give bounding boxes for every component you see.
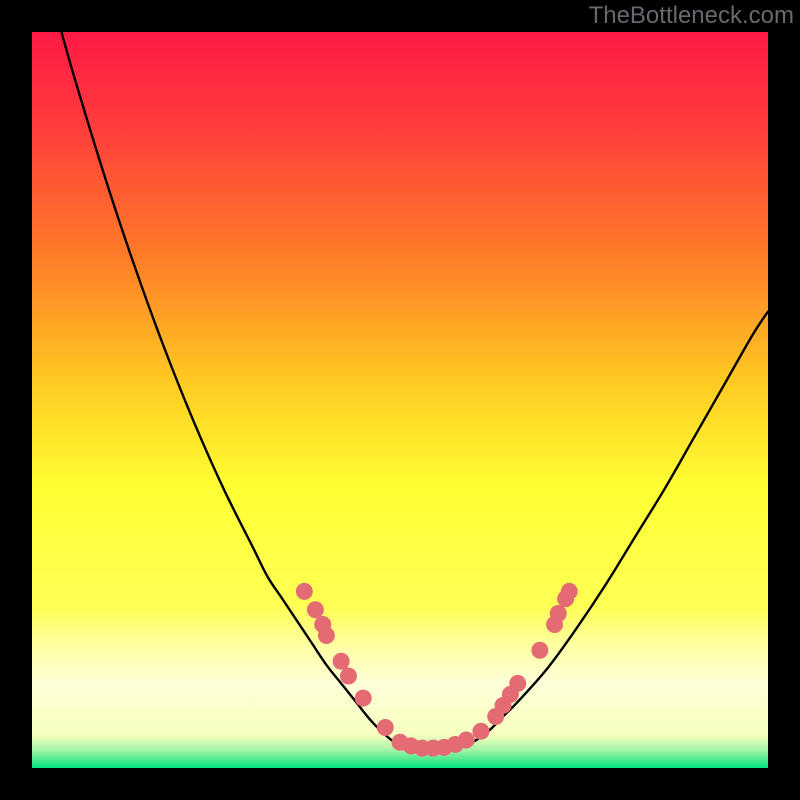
data-marker	[333, 653, 350, 670]
data-marker	[509, 675, 526, 692]
data-marker	[472, 723, 489, 740]
data-marker	[458, 732, 475, 749]
chart-frame: TheBottleneck.com	[0, 0, 800, 800]
data-marker	[550, 605, 567, 622]
data-marker	[307, 601, 324, 618]
plot-area	[32, 32, 768, 768]
data-marker	[318, 627, 335, 644]
data-marker	[340, 668, 357, 685]
gradient-background	[32, 32, 768, 768]
data-marker	[561, 583, 578, 600]
data-marker	[531, 642, 548, 659]
data-marker	[296, 583, 313, 600]
data-marker	[355, 690, 372, 707]
watermark-text: TheBottleneck.com	[589, 2, 794, 30]
bottleneck-chart	[32, 32, 768, 768]
data-marker	[377, 719, 394, 736]
